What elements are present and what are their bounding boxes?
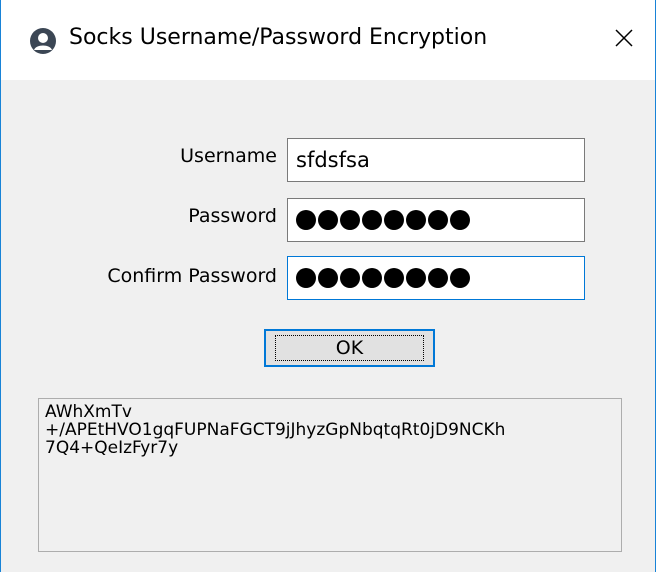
mask-dot xyxy=(406,210,426,230)
username-label: Username xyxy=(180,145,277,167)
ok-button-label: OK xyxy=(274,335,425,361)
username-input[interactable]: sfdsfsa xyxy=(287,138,585,182)
confirm-password-mask xyxy=(296,268,470,288)
mask-dot xyxy=(362,268,382,288)
password-input[interactable] xyxy=(287,198,585,242)
output-line: 7Q4+QeIzFyr7y xyxy=(45,438,179,458)
password-mask xyxy=(296,210,470,230)
mask-dot xyxy=(406,268,426,288)
ok-button[interactable]: OK xyxy=(264,329,435,367)
mask-dot xyxy=(384,210,404,230)
mask-dot xyxy=(296,268,316,288)
close-button[interactable] xyxy=(593,0,655,80)
output-line: +/APEtHVO1gqFUPNaFGCT9jJhyzGpNbqtqRt0jD9… xyxy=(45,420,506,440)
user-icon xyxy=(29,27,57,55)
mask-dot xyxy=(318,210,338,230)
mask-dot xyxy=(340,268,360,288)
mask-dot xyxy=(428,210,448,230)
mask-dot xyxy=(362,210,382,230)
mask-dot xyxy=(450,268,470,288)
mask-dot xyxy=(450,210,470,230)
close-icon xyxy=(614,28,634,52)
confirm-password-input[interactable] xyxy=(287,256,585,300)
mask-dot xyxy=(428,268,448,288)
mask-dot xyxy=(384,268,404,288)
title-bar[interactable]: Socks Username/Password Encryption xyxy=(1,0,655,80)
mask-dot xyxy=(318,268,338,288)
username-value: sfdsfsa xyxy=(296,148,370,172)
password-label: Password xyxy=(188,205,277,227)
mask-dot xyxy=(296,210,316,230)
window-title: Socks Username/Password Encryption xyxy=(69,25,488,50)
mask-dot xyxy=(340,210,360,230)
encrypted-output[interactable]: AWhXmTv +/APEtHVO1gqFUPNaFGCT9jJhyzGpNbq… xyxy=(38,398,622,552)
dialog-window: Socks Username/Password Encryption Usern… xyxy=(0,0,656,572)
confirm-password-label: Confirm Password xyxy=(107,265,277,287)
output-line: AWhXmTv xyxy=(45,402,132,422)
